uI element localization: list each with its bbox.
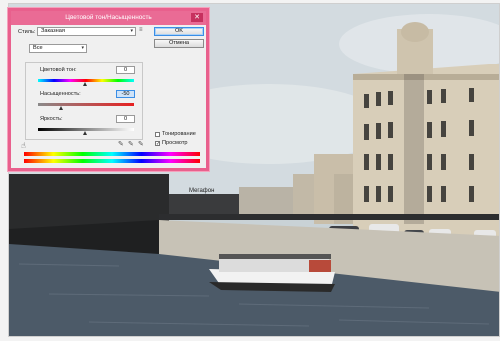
- dialog-title: Цветовой тон/Насыщенность: [65, 14, 152, 21]
- colorize-label: Тонирование: [162, 131, 196, 137]
- chevron-down-icon: ▾: [81, 45, 84, 51]
- saturation-label: Насыщенность:: [40, 91, 81, 97]
- preview-label: Просмотр: [162, 140, 188, 146]
- chevron-down-icon: ▾: [130, 28, 133, 34]
- hand-tool-icon[interactable]: ☝: [21, 141, 26, 150]
- style-dropdown[interactable]: Заказная ▾: [37, 27, 136, 36]
- hue-saturation-dialog: Цветовой тон/Насыщенность ✕ Стиль: Заказ…: [8, 8, 209, 171]
- output-color-bar: [24, 159, 200, 163]
- saturation-slider[interactable]: [38, 103, 134, 106]
- preview-checkbox[interactable]: ✓: [155, 141, 160, 147]
- style-label: Стиль:: [18, 29, 36, 35]
- lightness-label: Яркость:: [40, 116, 63, 122]
- hue-slider-thumb[interactable]: [83, 82, 87, 86]
- lightness-input[interactable]: 0: [116, 115, 135, 123]
- channel-value: Все: [33, 45, 43, 51]
- saturation-slider-thumb[interactable]: [59, 106, 63, 110]
- dialog-titlebar[interactable]: Цветовой тон/Насыщенность ✕: [11, 11, 206, 25]
- lightness-slider-thumb[interactable]: [83, 131, 87, 135]
- close-button[interactable]: ✕: [191, 13, 203, 22]
- ok-button[interactable]: OK: [154, 27, 204, 36]
- channel-dropdown[interactable]: Все ▾: [29, 44, 87, 53]
- style-value: Заказная: [41, 28, 65, 34]
- cancel-button[interactable]: Отмена: [154, 39, 204, 48]
- saturation-input[interactable]: -50: [116, 90, 135, 98]
- storefront-sign: Мегафон: [189, 188, 214, 194]
- hue-input[interactable]: 0: [116, 66, 135, 74]
- eyedropper-plus-icon[interactable]: ✎: [128, 140, 134, 148]
- input-color-bar: [24, 152, 200, 156]
- colorize-checkbox[interactable]: [155, 132, 160, 137]
- adjustment-group: Цветовой тон: 0 Насыщенность: -50 Яркост…: [25, 62, 143, 140]
- list-menu-icon[interactable]: ≡: [139, 27, 143, 33]
- eyedropper-icon[interactable]: ✎: [118, 140, 124, 148]
- close-icon: ✕: [194, 14, 200, 21]
- eyedropper-minus-icon[interactable]: ✎: [138, 140, 144, 148]
- hue-label: Цветовой тон:: [40, 67, 77, 73]
